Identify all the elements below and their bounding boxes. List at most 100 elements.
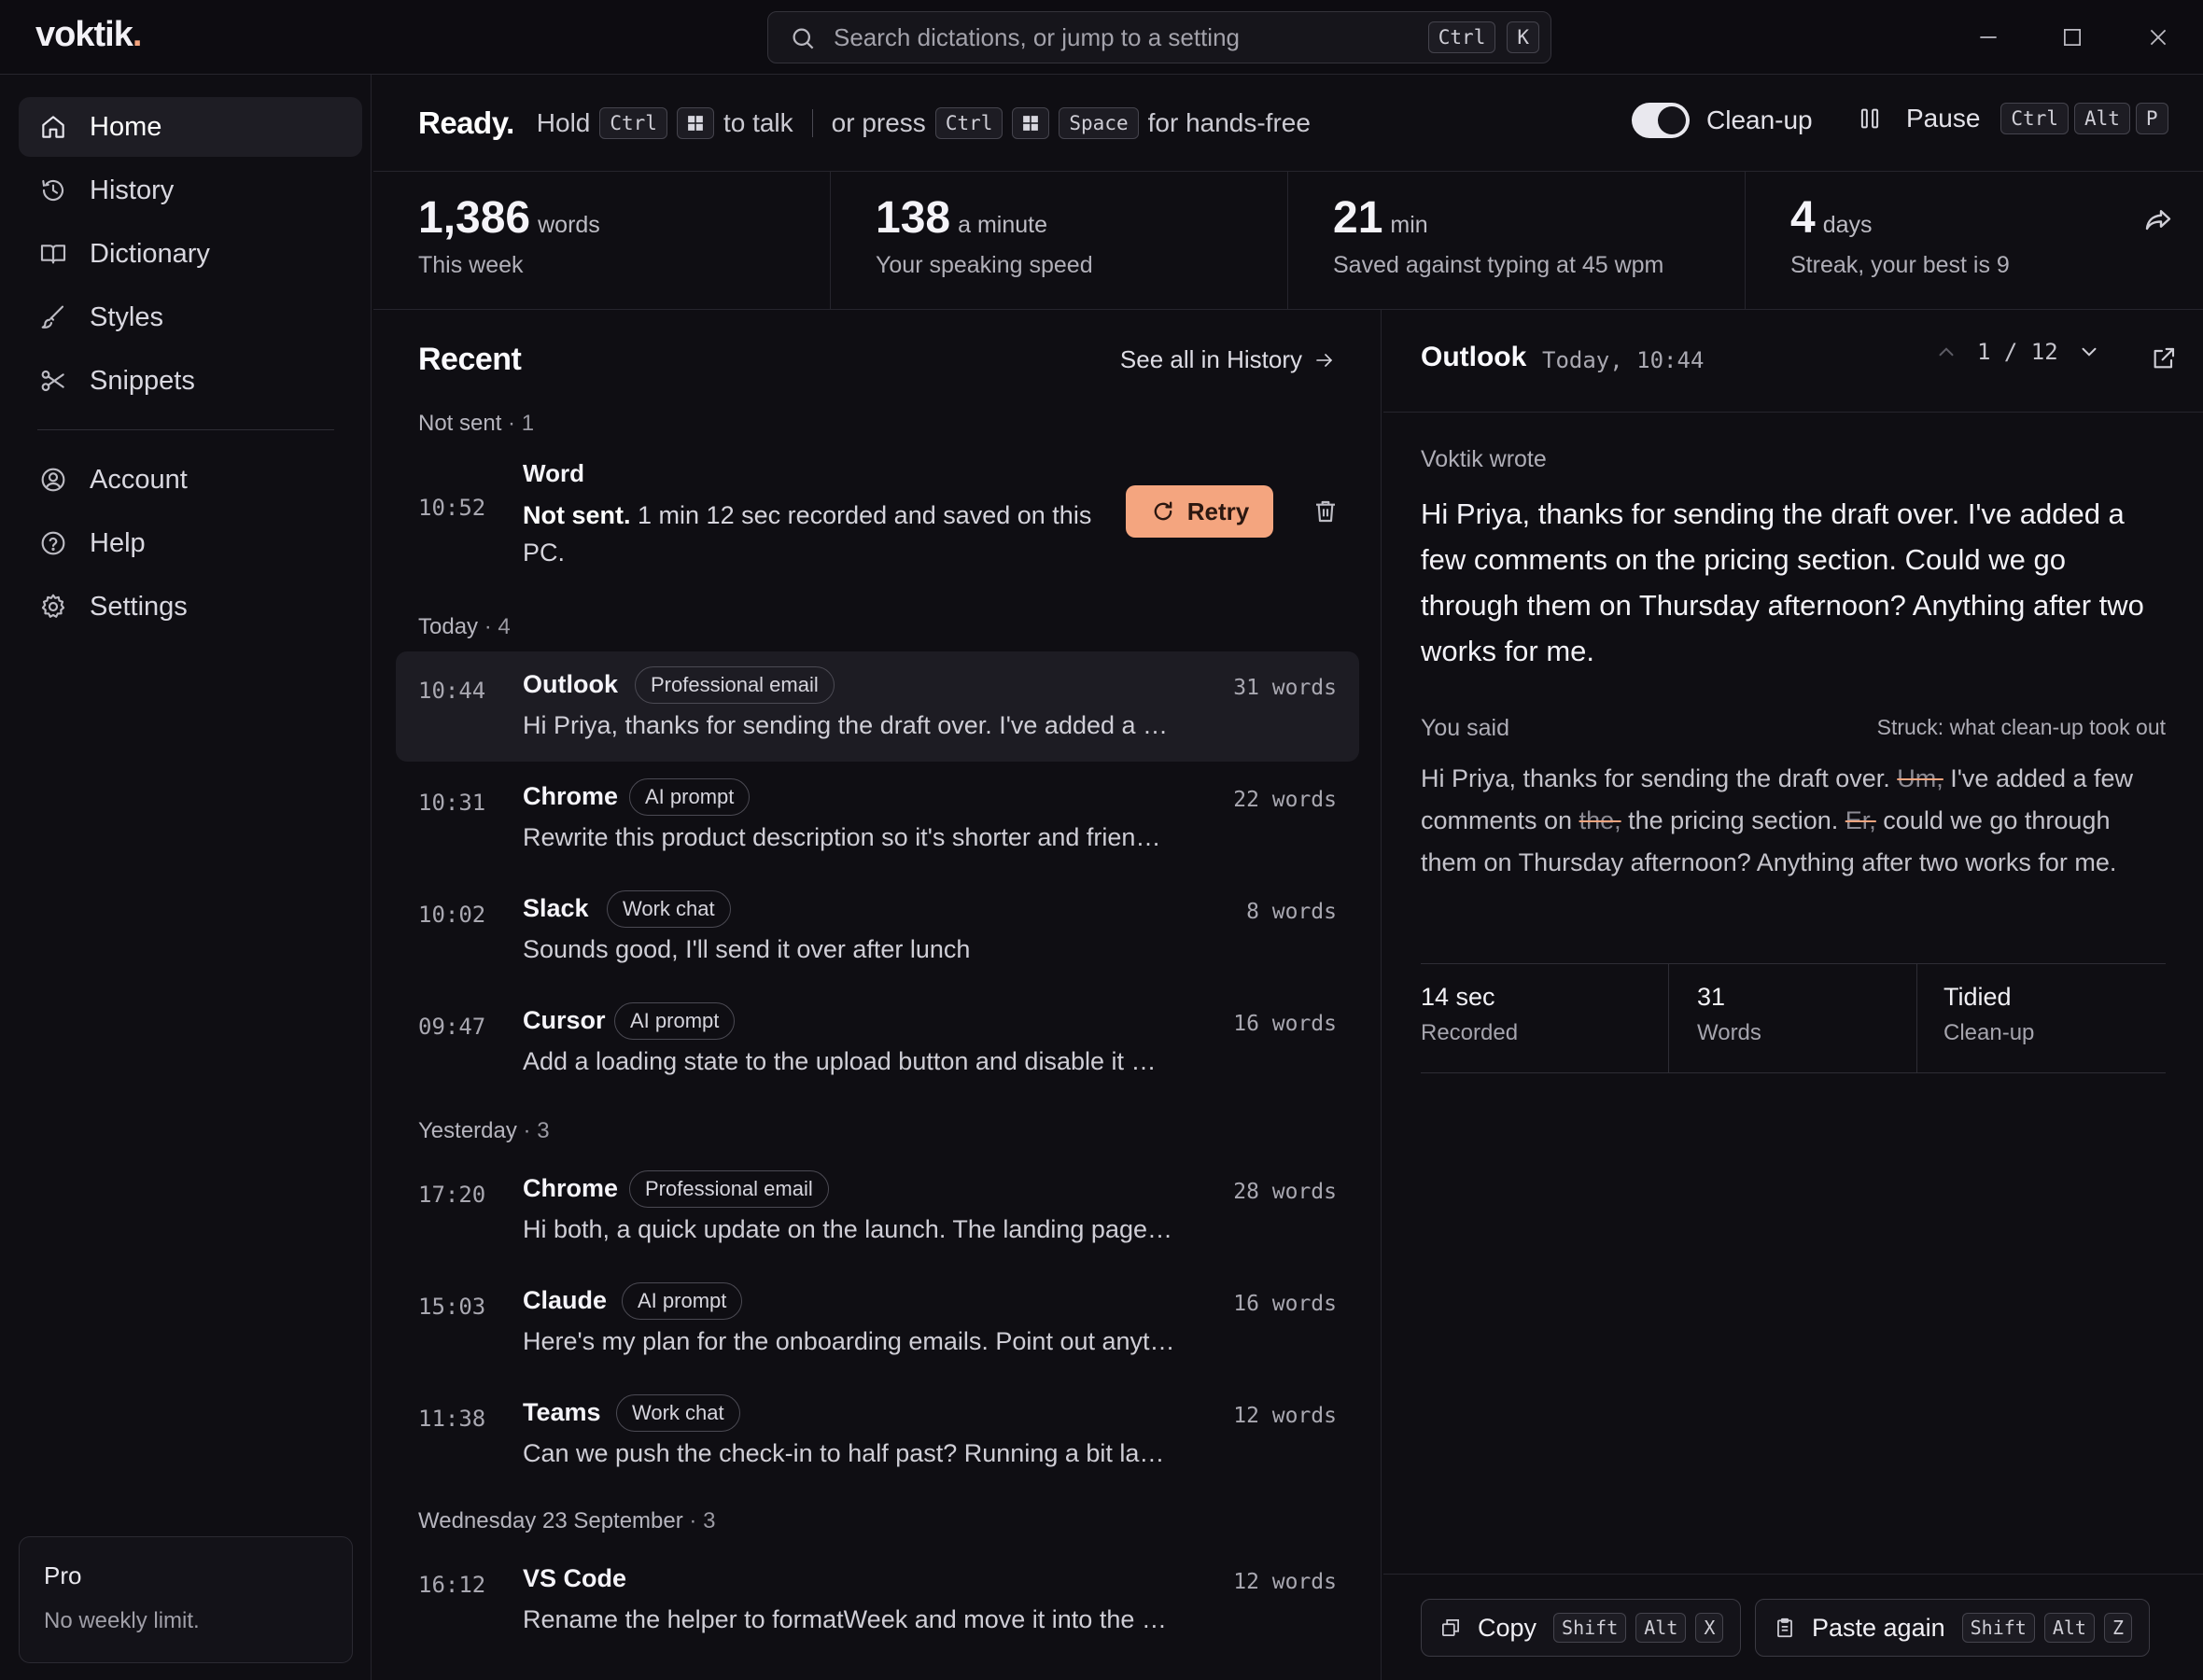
minimize-button[interactable] bbox=[1968, 17, 2009, 58]
list-item[interactable]: 11:38 Teams Work chat 12 words Can we pu… bbox=[396, 1379, 1359, 1490]
paste-again-label: Paste again bbox=[1812, 1613, 1945, 1642]
row-time: 10:02 bbox=[418, 902, 486, 928]
open-external-icon[interactable] bbox=[2149, 343, 2179, 373]
trash-icon[interactable] bbox=[1311, 497, 1340, 526]
close-button[interactable] bbox=[2138, 17, 2179, 58]
copy-button[interactable]: Copy Shift Alt X bbox=[1421, 1599, 1742, 1657]
row-preview: Sounds good, I'll send it over after lun… bbox=[523, 935, 971, 963]
maximize-button[interactable] bbox=[2052, 17, 2093, 58]
sidebar-item-styles[interactable]: Styles bbox=[19, 287, 362, 347]
pause-label: Pause bbox=[1906, 104, 1981, 133]
kbd-x: X bbox=[1695, 1613, 1724, 1643]
list-item[interactable]: 10:31 Chrome AI prompt 22 words Rewrite … bbox=[396, 763, 1359, 874]
sidebar-item-help[interactable]: Help bbox=[19, 513, 362, 573]
search-box[interactable]: Ctrl K bbox=[767, 11, 1551, 63]
see-all-label: See all in History bbox=[1119, 345, 1302, 373]
row-time: 10:52 bbox=[418, 495, 486, 521]
group-label: Wednesday 23 September · 3 bbox=[418, 1508, 716, 1533]
retry-button[interactable]: Retry bbox=[1126, 485, 1273, 538]
said-label: You said bbox=[1421, 715, 1509, 741]
app-logo: voktik. bbox=[35, 15, 142, 54]
row-preview: Here's my plan for the onboarding emails… bbox=[523, 1327, 1175, 1355]
stat-caption: Saved against typing at 45 wpm bbox=[1333, 252, 1664, 278]
arrow-right-icon bbox=[1316, 353, 1333, 367]
status-line: Ready. Hold Ctrl to talk or press Ctrl S… bbox=[418, 75, 1311, 172]
kbd-p: P bbox=[2135, 103, 2168, 134]
stat-words: 1,386 words This week bbox=[373, 172, 831, 310]
to-talk-text: to talk bbox=[723, 108, 793, 137]
stat-streak: 4 days Streak, your best is 9 bbox=[1746, 172, 2203, 310]
wrote-label: Voktik wrote bbox=[1421, 446, 1547, 472]
sidebar-divider bbox=[37, 429, 334, 430]
word-count: 8 words bbox=[1246, 900, 1337, 924]
status-bar: Ready. Hold Ctrl to talk or press Ctrl S… bbox=[373, 75, 2203, 172]
group-label: Yesterday · 3 bbox=[418, 1118, 550, 1143]
row-app: Chrome bbox=[523, 782, 619, 810]
cleanup-toggle[interactable]: Clean-up bbox=[1632, 103, 1813, 138]
search-shortcut: Ctrl K bbox=[1427, 21, 1539, 53]
row-time: 16:12 bbox=[418, 1572, 486, 1598]
toggle-switch[interactable] bbox=[1632, 103, 1690, 138]
kbd-shift: Shift bbox=[1553, 1613, 1627, 1643]
row-time: 11:38 bbox=[418, 1406, 486, 1432]
title-bar: voktik. Ctrl K bbox=[0, 0, 2203, 75]
word-count: 16 words bbox=[1233, 1292, 1337, 1316]
sidebar-item-snippets[interactable]: Snippets bbox=[19, 351, 362, 411]
next-button[interactable] bbox=[2075, 338, 2103, 366]
list-item[interactable]: 17:20 Chrome Professional email 28 words… bbox=[396, 1155, 1359, 1266]
scissors-icon bbox=[37, 365, 69, 397]
list-item[interactable]: 09:47 Cursor AI prompt 16 words Add a lo… bbox=[396, 987, 1359, 1098]
retry-label: Retry bbox=[1186, 497, 1250, 525]
stat-caption: Streak, your best is 9 bbox=[1790, 252, 2010, 278]
paste-again-button[interactable]: Paste again Shift Alt Z bbox=[1755, 1599, 2150, 1657]
row-time: 17:20 bbox=[418, 1182, 486, 1208]
sidebar-item-account[interactable]: Account bbox=[19, 450, 362, 510]
stat-caption: Your speaking speed bbox=[876, 252, 1093, 278]
stat-unit: a minute bbox=[958, 212, 1047, 238]
list-item[interactable]: 16:12 VS Code 12 words Rename the helper… bbox=[396, 1546, 1359, 1656]
see-all-history-link[interactable]: See all in History bbox=[1120, 345, 1336, 374]
chevron-down-icon bbox=[2082, 347, 2097, 357]
sidebar-item-dictionary[interactable]: Dictionary bbox=[19, 224, 362, 284]
list-item[interactable]: 10:44 Outlook Professional email 31 word… bbox=[396, 651, 1359, 762]
sidebar-item-settings[interactable]: Settings bbox=[19, 577, 362, 637]
previous-button[interactable] bbox=[1932, 338, 1960, 366]
list-item[interactable]: 15:03 Claude AI prompt 16 words Here's m… bbox=[396, 1267, 1359, 1378]
close-icon bbox=[2150, 29, 2167, 46]
raw-text: Hi Priya, thanks for sending the draft o… bbox=[1421, 758, 2168, 884]
kbd-alt: Alt bbox=[2073, 103, 2130, 134]
word-count: 16 words bbox=[1233, 1012, 1337, 1036]
copy-icon bbox=[1442, 1619, 1459, 1636]
pause-button[interactable]: Pause Ctrl Alt P bbox=[1856, 103, 2168, 134]
stat-unit: words bbox=[538, 212, 600, 238]
sidebar-item-home[interactable]: Home bbox=[19, 97, 362, 157]
style-tag: Professional email bbox=[635, 666, 835, 704]
chevron-up-icon bbox=[1939, 347, 1954, 357]
kbd-alt: Alt bbox=[1635, 1613, 1687, 1643]
style-tag: Work chat bbox=[607, 890, 731, 928]
sidebar-item-label: Settings bbox=[90, 591, 188, 622]
share-icon[interactable] bbox=[2141, 203, 2175, 237]
style-tag: Work chat bbox=[616, 1394, 740, 1432]
meta-words: 31 Words bbox=[1669, 964, 1917, 1072]
raw-text-part: Hi Priya, thanks for sending the draft o… bbox=[1421, 764, 1898, 792]
hands-free-text: for hands-free bbox=[1147, 108, 1311, 137]
cleaned-text: Hi Priya, thanks for sending the draft o… bbox=[1421, 497, 2144, 667]
kbd-ctrl: Ctrl bbox=[1427, 21, 1496, 53]
row-time: 10:31 bbox=[418, 790, 486, 816]
row-preview: Can we push the check-in to half past? R… bbox=[523, 1439, 1165, 1467]
struck-hint: Struck: what clean-up took out bbox=[1876, 715, 2166, 739]
brush-icon bbox=[37, 301, 69, 333]
row-preview: Rewrite this product description so it's… bbox=[523, 823, 1161, 851]
search-input[interactable] bbox=[834, 12, 1394, 63]
sidebar-item-history[interactable]: History bbox=[19, 161, 362, 220]
row-app: Chrome bbox=[523, 1174, 619, 1202]
stat-value: 4 bbox=[1790, 193, 1816, 243]
list-item[interactable]: 10:02 Slack Work chat 8 words Sounds goo… bbox=[396, 875, 1359, 986]
raw-text-part: the pricing section. bbox=[1621, 806, 1845, 834]
search-icon bbox=[793, 28, 814, 49]
row-app: Slack bbox=[523, 894, 589, 922]
copy-label: Copy bbox=[1478, 1613, 1537, 1642]
kbd-windows bbox=[676, 107, 714, 139]
pager-label: 1 / 12 bbox=[1977, 339, 2058, 365]
